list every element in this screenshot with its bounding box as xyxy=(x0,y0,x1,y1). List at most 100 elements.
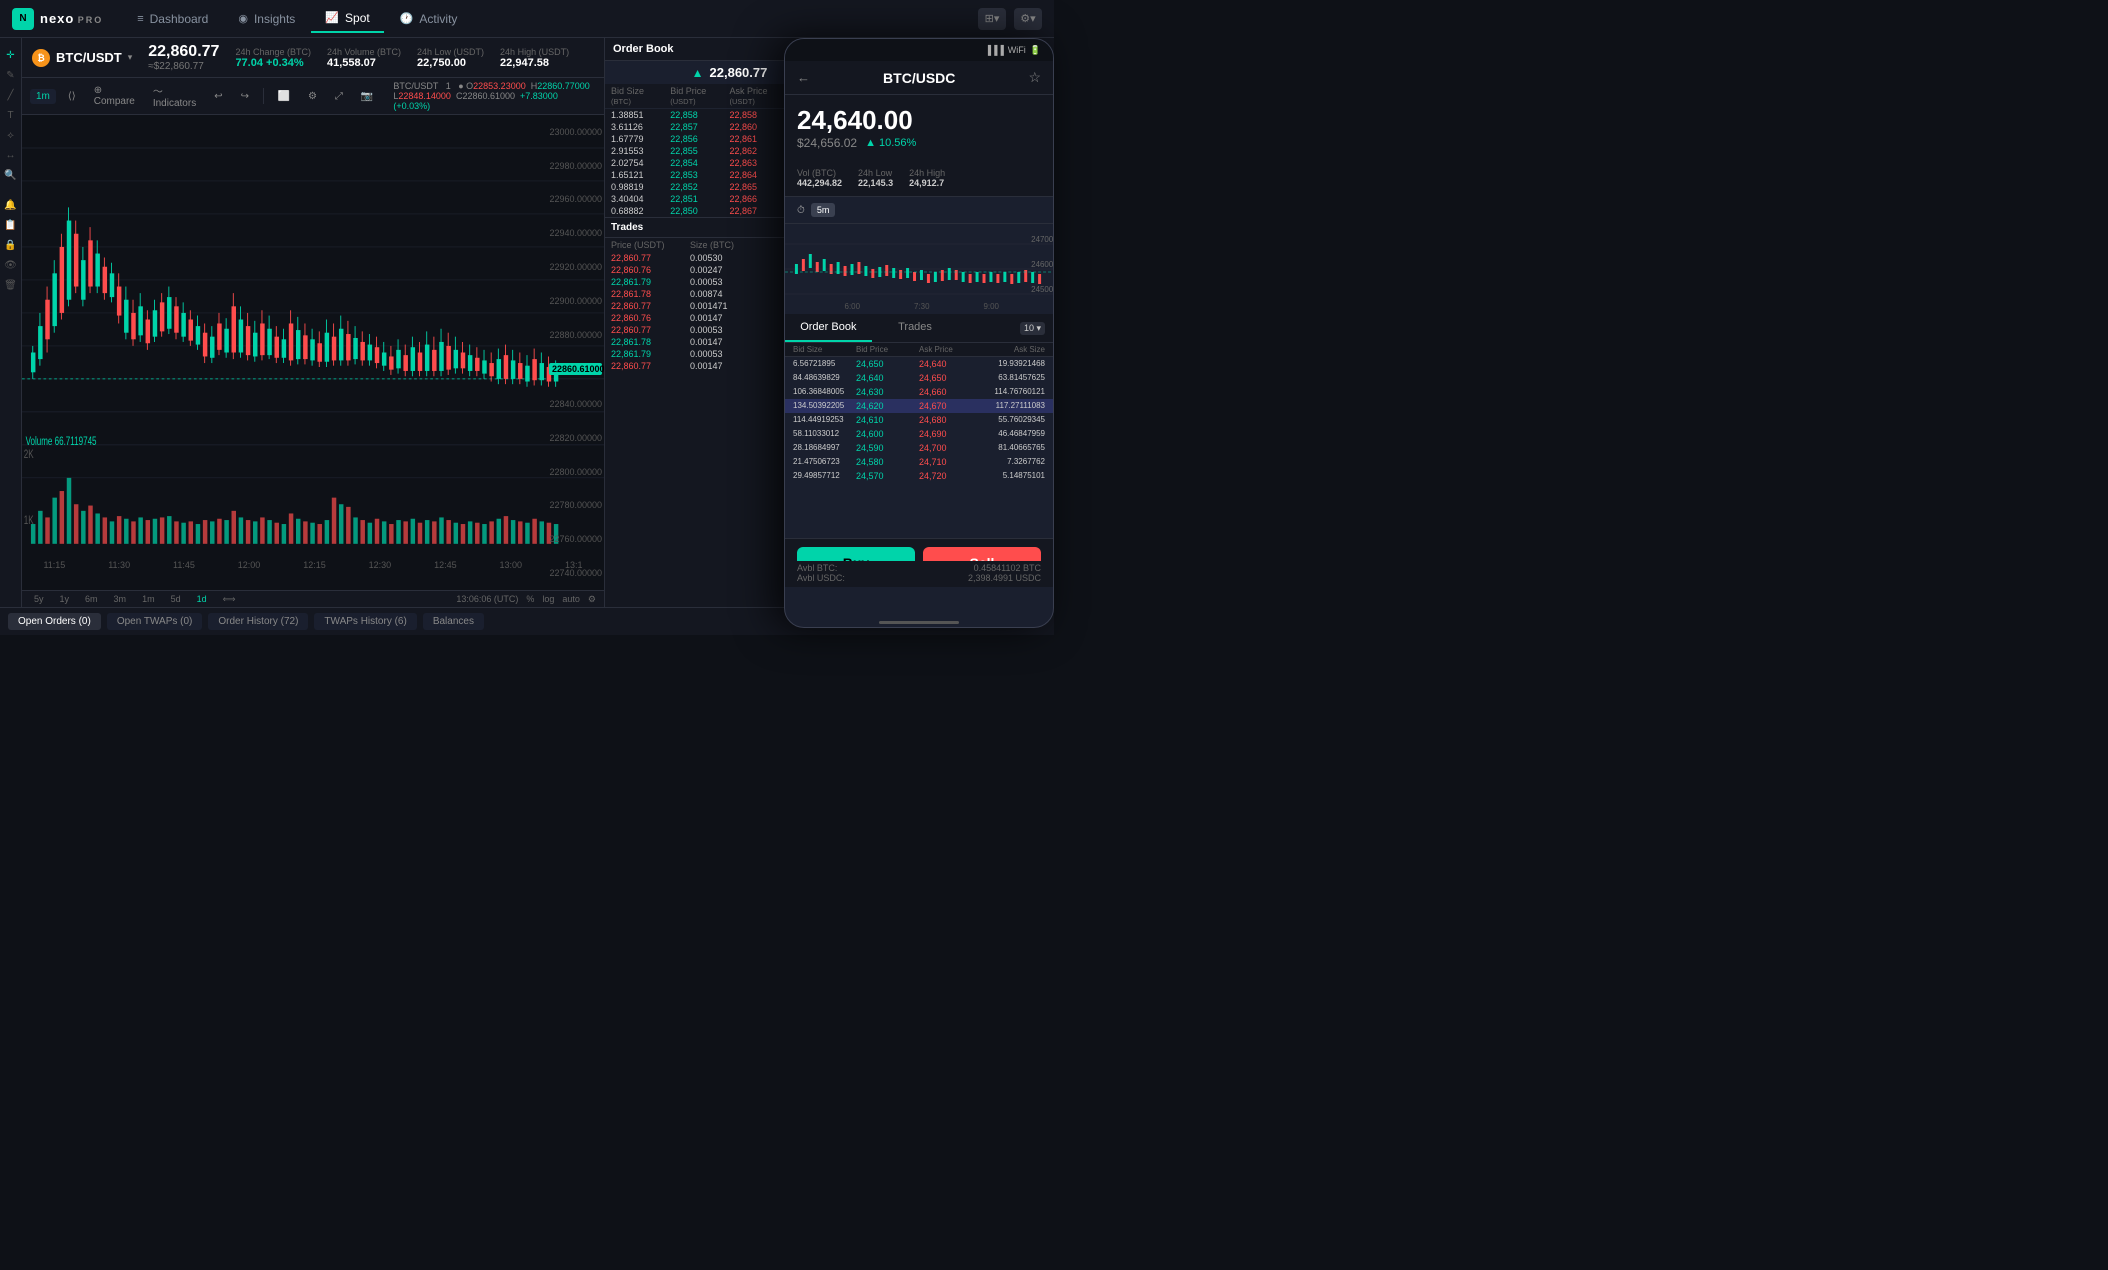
indicators-icon-btn[interactable]: ⟨⟩ xyxy=(62,89,82,104)
ticker-volume-stat: 24h Volume (BTC) 41,558.07 xyxy=(327,47,401,69)
phone-trades-tab[interactable]: Trades xyxy=(872,314,959,342)
sidebar-measure[interactable]: ↔ xyxy=(2,146,20,164)
phone-ob-row[interactable]: 114.44919253 24,610 24,680 55.76029345 xyxy=(785,413,1053,427)
chart-toolbar: 1m ⟨⟩ ⊕ Compare 〜 Indicators ↩ ↪ ⬜ ⚙ ⤢ 📷… xyxy=(22,78,604,115)
signal-icon: ▐▐▐ xyxy=(985,45,1004,55)
svg-text:7:30: 7:30 xyxy=(914,302,930,311)
battery-icon: 🔋 xyxy=(1030,45,1041,56)
sidebar-pattern[interactable]: ⟡ xyxy=(2,126,20,144)
svg-text:Volume 66.7119745: Volume 66.7119745 xyxy=(26,435,97,448)
sidebar-order[interactable]: 📋 xyxy=(2,216,20,234)
order-history-tab[interactable]: Order History (72) xyxy=(208,613,308,630)
nav-right: ⊞▾ ⚙▾ xyxy=(978,8,1042,30)
logo[interactable]: N nexo PRO xyxy=(12,8,103,30)
top-navigation: N nexo PRO ≡ Dashboard ◉ Insights 📈 Spot… xyxy=(0,0,1054,38)
ob-arrow-up-icon: ▲ xyxy=(692,66,704,80)
clock-icon: 🕐 xyxy=(400,12,414,25)
open-orders-tab[interactable]: Open Orders (0) xyxy=(8,613,101,630)
expand-btn[interactable]: ⤢ xyxy=(329,89,349,104)
timeframe-1y-btn[interactable]: 1y xyxy=(56,593,74,605)
timeframe-1d-btn[interactable]: 1d xyxy=(193,593,211,605)
layout-btn[interactable]: ⊞▾ xyxy=(978,8,1006,30)
toolbar-separator xyxy=(263,88,264,104)
open-twaps-tab[interactable]: Open TWAPs (0) xyxy=(107,613,203,630)
camera-btn[interactable]: 📷 xyxy=(355,89,379,104)
timeframe-5d-btn[interactable]: 5d xyxy=(167,593,185,605)
sidebar-eye[interactable]: 👁 xyxy=(2,256,20,274)
compare-btn[interactable]: ⊕ Compare xyxy=(88,83,141,109)
chart-canvas[interactable]: 23000.00000 22980.00000 22960.00000 2294… xyxy=(22,115,604,590)
menu-icon: ≡ xyxy=(137,13,143,25)
chart-timestamp: 13:06:06 (UTC) xyxy=(456,594,518,604)
phone-ob-row[interactable]: 134.50392205 24,620 24,670 117.27111083 xyxy=(785,399,1053,413)
pair-selector[interactable]: ₿ BTC/USDT ▾ xyxy=(32,49,132,67)
sidebar-zoom[interactable]: 🔍 xyxy=(2,166,20,184)
indicators-btn[interactable]: 〜 Indicators xyxy=(147,81,202,111)
wifi-icon: WiFi xyxy=(1008,45,1026,55)
chart-bottom-bar: 5y 1y 6m 3m 1m 5d 1d ⟺ 13:06:06 (UTC) % … xyxy=(22,590,604,607)
redo-btn[interactable]: ↪ xyxy=(235,89,255,104)
btc-icon: ₿ xyxy=(32,49,50,67)
fullscreen-toggle-btn[interactable]: ⬜ xyxy=(271,89,295,104)
nav-dashboard[interactable]: ≡ Dashboard xyxy=(123,6,222,32)
phone-ob-row[interactable]: 6.56721895 24,650 24,640 19.93921468 xyxy=(785,357,1053,371)
sidebar-lock[interactable]: 🔒 xyxy=(2,236,20,254)
phone-back-btn[interactable]: ← xyxy=(797,70,810,85)
timeframe-3m-btn[interactable]: 3m xyxy=(110,593,131,605)
insights-icon: ◉ xyxy=(238,12,248,25)
pair-chevron-icon: ▾ xyxy=(128,52,133,63)
phone-stats: Vol (BTC) 442,294.82 24h Low 22,145.3 24… xyxy=(785,160,1053,197)
phone-price-section: 24,640.00 $24,656.02 ▲ 10.56% xyxy=(785,95,1053,160)
nav-spot[interactable]: 📈 Spot xyxy=(311,5,383,33)
svg-text:24600: 24600 xyxy=(1031,260,1053,269)
current-price-label: 22860.61000 xyxy=(549,363,602,375)
phone-ob-headers: Bid Size Bid Price Ask Price Ask Size xyxy=(785,343,1053,357)
phone-5m-btn[interactable]: 5m xyxy=(811,203,836,217)
phone-mini-chart: 24700 24600 24500 6:00 7:30 9:00 xyxy=(785,224,1053,314)
interval-1m-btn[interactable]: 1m xyxy=(30,89,56,104)
sidebar-alert[interactable]: 🔔 xyxy=(2,196,20,214)
settings-icon[interactable]: ⚙ xyxy=(588,594,596,605)
sidebar-trash[interactable]: 🗑 xyxy=(2,276,20,294)
phone-ob-row[interactable]: 29.49857712 24,570 24,720 5.14875101 xyxy=(785,469,1053,483)
balances-tab[interactable]: Balances xyxy=(423,613,484,630)
phone-ob-row[interactable]: 28.18684997 24,590 24,700 81.40665765 xyxy=(785,441,1053,455)
svg-text:2K: 2K xyxy=(24,449,34,462)
clock-small-icon: ⏱ xyxy=(797,205,805,216)
ticker-bar: ₿ BTC/USDT ▾ 22,860.77 ≈$22,860.77 24h C… xyxy=(22,38,604,78)
nav-insights[interactable]: ◉ Insights xyxy=(224,6,309,32)
svg-text:1K: 1K xyxy=(24,515,34,528)
nav-activity[interactable]: 🕐 Activity xyxy=(386,6,472,32)
phone-ob-rows: 6.56721895 24,650 24,640 19.93921468 84.… xyxy=(785,357,1053,483)
phone-ob-tab[interactable]: Order Book xyxy=(785,314,872,342)
svg-text:6:00: 6:00 xyxy=(845,302,861,311)
phone-ob-row[interactable]: 106.36848005 24,630 24,660 114.76760121 xyxy=(785,385,1053,399)
sidebar-draw[interactable]: ✎ xyxy=(2,66,20,84)
settings-btn[interactable]: ⚙▾ xyxy=(1014,8,1042,30)
timeframe-1m-btn[interactable]: 1m xyxy=(138,593,159,605)
phone-avail-section: Avbl BTC: 0.45841102 BTC Avbl USDC: 2,39… xyxy=(797,561,1041,585)
phone-ob-row[interactable]: 21.47506723 24,580 24,710 7.3267762 xyxy=(785,455,1053,469)
phone-header: ← BTC/USDC ☆ xyxy=(785,61,1053,95)
sidebar-text[interactable]: T xyxy=(2,106,20,124)
logo-name: nexo PRO xyxy=(40,11,103,26)
sidebar-line[interactable]: ╱ xyxy=(2,86,20,104)
twaps-history-tab[interactable]: TWAPs History (6) xyxy=(314,613,416,630)
compare-icon: ⟺ xyxy=(223,594,236,605)
phone-star-btn[interactable]: ☆ xyxy=(1028,69,1041,86)
sidebar-crosshair[interactable]: ✛ xyxy=(2,46,20,64)
undo-btn[interactable]: ↩ xyxy=(208,89,228,104)
phone-ob-row[interactable]: 84.48639829 24,640 24,650 63.81457625 xyxy=(785,371,1053,385)
nav-items: ≡ Dashboard ◉ Insights 📈 Spot 🕐 Activity xyxy=(123,5,978,33)
ob-count-selector[interactable]: 10 ▾ xyxy=(1020,322,1045,335)
timeframe-5y-btn[interactable]: 5y xyxy=(30,593,48,605)
ohlc-info: BTC/USDT 1 ● O22853.23000 H22860.77000 L… xyxy=(393,81,596,111)
auto-label: auto xyxy=(562,594,580,604)
phone-overlay: ▐▐▐ WiFi 🔋 ← BTC/USDC ☆ 24,640.00 $24,65… xyxy=(784,38,1054,628)
settings-chart-btn[interactable]: ⚙ xyxy=(302,89,323,104)
phone-tabs-row: Order Book Trades 10 ▾ xyxy=(785,314,1053,343)
timeframe-6m-btn[interactable]: 6m xyxy=(81,593,102,605)
chart-time-labels: 11:15 11:30 11:45 12:00 12:15 12:30 12:4… xyxy=(22,560,604,570)
svg-text:24700: 24700 xyxy=(1031,235,1053,244)
phone-ob-row[interactable]: 58.11033012 24,600 24,690 46.46847959 xyxy=(785,427,1053,441)
